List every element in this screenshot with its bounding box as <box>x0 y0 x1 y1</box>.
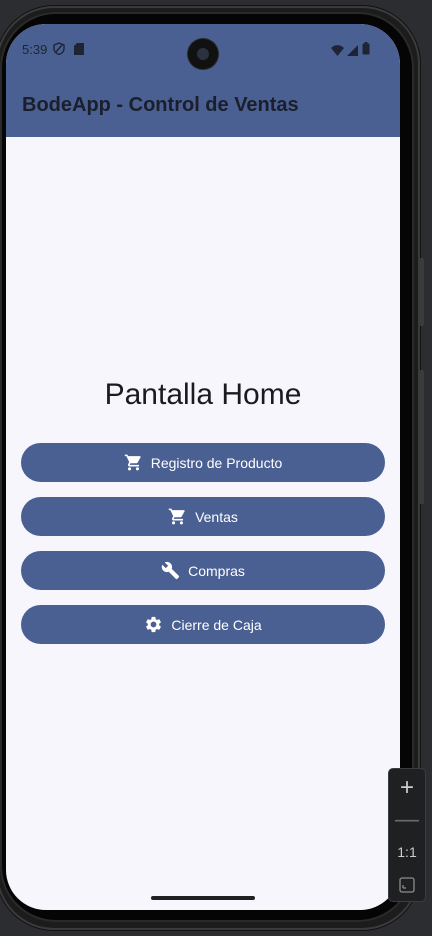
zoom-in-button[interactable]: + <box>389 773 425 803</box>
battery-icon <box>362 42 370 60</box>
shield-icon <box>53 42 65 60</box>
device-volume-button <box>418 370 424 504</box>
shopping-cart-icon <box>168 507 187 526</box>
app-bar: 5:39 BodeApp - Control de Ventas <box>6 24 400 137</box>
gesture-nav-handle[interactable] <box>151 896 255 900</box>
gear-icon <box>144 615 163 634</box>
shopping-cart-icon <box>124 453 143 472</box>
cierre-caja-button[interactable]: Cierre de Caja <box>21 605 385 644</box>
ventas-button[interactable]: Ventas <box>21 497 385 536</box>
button-label: Ventas <box>195 508 238 525</box>
status-time: 5:39 <box>22 42 48 57</box>
sim-card-icon <box>74 42 84 60</box>
button-label: Registro de Producto <box>150 454 283 471</box>
registro-producto-button[interactable]: Registro de Producto <box>21 443 385 482</box>
page-title: Pantalla Home <box>104 378 302 411</box>
front-camera <box>188 39 218 69</box>
app-title: BodeApp - Control de Ventas <box>22 94 299 116</box>
phone-screen: 5:39 BodeApp - Control de Ventas Pantall… <box>6 24 400 910</box>
wifi-icon <box>331 43 344 61</box>
signal-icon <box>347 43 358 61</box>
emulator-zoom-panel: + — 1:1 <box>388 768 426 902</box>
button-label: Cierre de Caja <box>171 616 262 633</box>
compras-button[interactable]: Compras <box>21 551 385 590</box>
zoom-out-button[interactable]: — <box>389 805 425 835</box>
zoom-actual-size-button[interactable]: 1:1 <box>389 844 425 860</box>
fit-screen-icon[interactable] <box>389 877 425 898</box>
device-power-button <box>418 258 424 326</box>
wrench-icon <box>161 561 180 580</box>
button-label: Compras <box>188 562 245 579</box>
